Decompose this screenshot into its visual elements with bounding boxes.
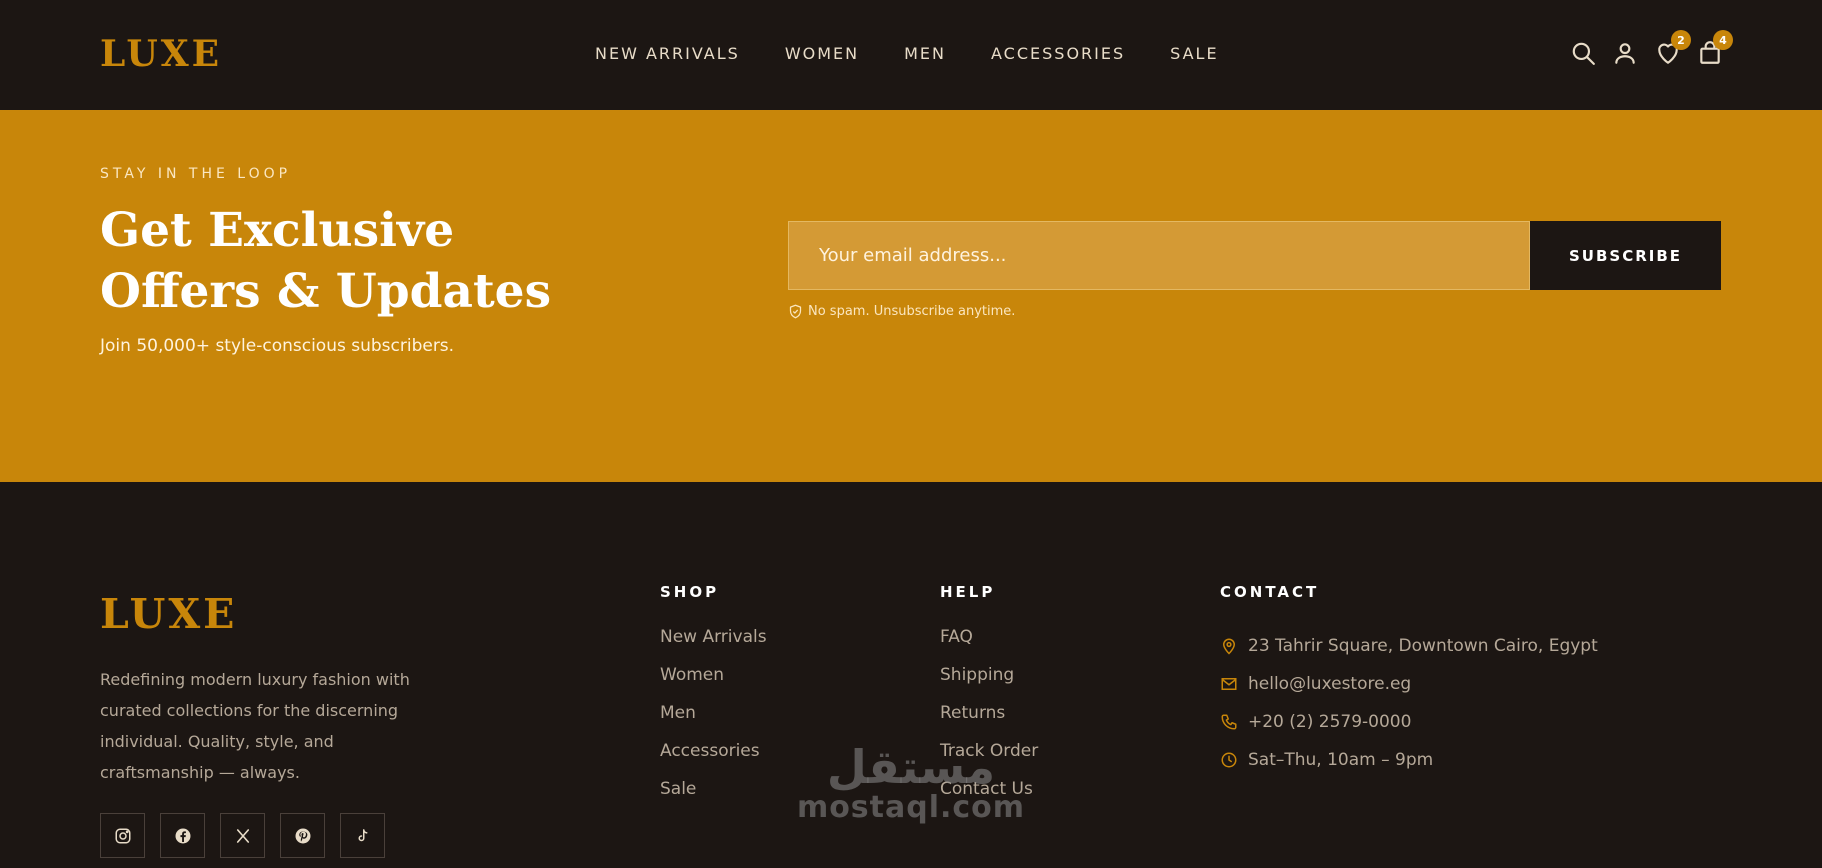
cart-icon[interactable]: 4 <box>1697 30 1733 66</box>
header-logo[interactable]: LUXE <box>100 33 222 75</box>
contact-phone-text[interactable]: +20 (2) 2579-0000 <box>1248 712 1411 732</box>
shop-link-accessories[interactable]: Accessories <box>660 741 767 779</box>
clock-icon <box>1221 752 1237 768</box>
shop-link-sale[interactable]: Sale <box>660 779 767 817</box>
nav-women[interactable]: WOMEN <box>785 44 859 63</box>
contact-email[interactable]: hello@luxestore.eg <box>1220 665 1598 703</box>
nav-sale[interactable]: SALE <box>1170 44 1218 63</box>
shop-link-men[interactable]: Men <box>660 703 767 741</box>
social-links <box>100 813 400 858</box>
newsletter-section: STAY IN THE LOOP Get Exclusive Offers & … <box>0 110 1822 482</box>
contact-heading: CONTACT <box>1220 583 1320 601</box>
watermark-arabic: مستقل <box>826 740 996 794</box>
site-header: LUXE NEW ARRIVALS WOMEN MEN ACCESSORIES … <box>0 0 1822 110</box>
tiktok-icon[interactable] <box>340 813 385 858</box>
wishlist-count-badge: 2 <box>1671 30 1691 50</box>
no-spam-text: No spam. Unsubscribe anytime. <box>808 304 1016 319</box>
shield-check-icon <box>789 304 802 319</box>
nav-men[interactable]: MEN <box>904 44 946 63</box>
wishlist-icon[interactable]: 2 <box>1655 30 1691 66</box>
newsletter-headline: Get Exclusive Offers & Updates <box>100 200 660 322</box>
footer-logo[interactable]: LUXE <box>100 590 237 638</box>
x-icon[interactable] <box>220 813 265 858</box>
contact-hours: Sat–Thu, 10am – 9pm <box>1220 741 1598 779</box>
mail-icon <box>1221 678 1237 690</box>
newsletter-subline: Join 50,000+ style-conscious subscribers… <box>100 336 455 356</box>
contact-hours-text: Sat–Thu, 10am – 9pm <box>1248 750 1434 770</box>
help-link-faq[interactable]: FAQ <box>940 627 1038 665</box>
headline-line-1: Get Exclusive <box>100 203 455 258</box>
shop-column: SHOP New Arrivals Women Men Accessories … <box>660 583 767 817</box>
subscribe-button[interactable]: SUBSCRIBE <box>1530 221 1721 290</box>
main-nav: NEW ARRIVALS WOMEN MEN ACCESSORIES SALE <box>595 44 1219 63</box>
nav-new-arrivals[interactable]: NEW ARRIVALS <box>595 44 740 63</box>
headline-line-2: Offers & Updates <box>100 264 552 319</box>
shop-link-women[interactable]: Women <box>660 665 767 703</box>
search-icon[interactable] <box>1570 40 1596 66</box>
footer-description: Redefining modern luxury fashion with cu… <box>100 670 410 782</box>
phone-icon <box>1221 714 1237 730</box>
shop-heading: SHOP <box>660 583 720 601</box>
no-spam-note: No spam. Unsubscribe anytime. <box>788 304 1015 319</box>
help-link-returns[interactable]: Returns <box>940 703 1038 741</box>
cart-count-badge: 4 <box>1713 30 1733 50</box>
help-link-shipping[interactable]: Shipping <box>940 665 1038 703</box>
newsletter-eyebrow: STAY IN THE LOOP <box>100 166 292 182</box>
pinterest-icon[interactable] <box>280 813 325 858</box>
nav-accessories[interactable]: ACCESSORIES <box>991 44 1125 63</box>
contact-email-text[interactable]: hello@luxestore.eg <box>1248 674 1411 694</box>
contact-phone[interactable]: +20 (2) 2579-0000 <box>1220 703 1598 741</box>
mostaql-watermark: مستقل mostaql.com <box>796 742 1026 824</box>
instagram-icon[interactable] <box>100 813 145 858</box>
watermark-latin: mostaql.com <box>796 790 1026 825</box>
help-heading: HELP <box>940 583 996 601</box>
contact-column: CONTACT 23 Tahrir Square, Downtown Cairo… <box>1220 583 1598 779</box>
contact-address: 23 Tahrir Square, Downtown Cairo, Egypt <box>1220 627 1598 665</box>
contact-address-text: 23 Tahrir Square, Downtown Cairo, Egypt <box>1248 636 1598 656</box>
email-input[interactable] <box>788 221 1530 290</box>
account-icon[interactable] <box>1612 40 1638 66</box>
facebook-icon[interactable] <box>160 813 205 858</box>
map-pin-icon <box>1222 638 1236 655</box>
shop-link-new-arrivals[interactable]: New Arrivals <box>660 627 767 665</box>
